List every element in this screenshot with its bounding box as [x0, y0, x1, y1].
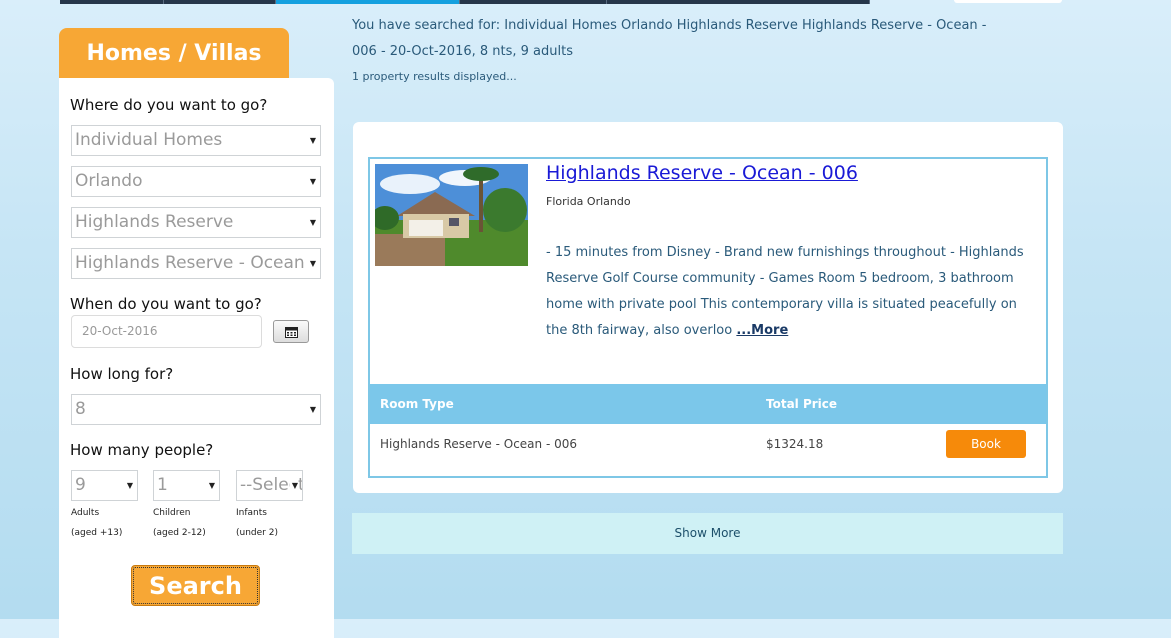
property-location: Florida Orlando — [546, 195, 631, 208]
when-label: When do you want to go? — [70, 295, 262, 313]
where-label: Where do you want to go? — [70, 96, 268, 114]
results-count: 1 property results displayed... — [352, 70, 517, 83]
property-description: - 15 minutes from Disney - Brand new fur… — [546, 240, 1041, 344]
room-type-cell: Highlands Reserve - Ocean - 006 — [380, 437, 577, 451]
rooms-table-header: Room Type Total Price — [370, 384, 1046, 424]
adults-select[interactable]: 9 ▼ — [71, 470, 138, 501]
region-value: Orlando — [75, 171, 143, 191]
chevron-down-icon: ▼ — [309, 136, 316, 145]
infants-select[interactable]: --Select-- ▼ — [236, 470, 303, 501]
property-select[interactable]: Highlands Reserve - Ocean - 006 ▼ — [71, 248, 321, 279]
chevron-down-icon: ▼ — [307, 249, 316, 278]
book-button[interactable]: Book — [946, 430, 1026, 458]
price-cell: $1324.18 — [766, 437, 824, 451]
property-type-value: Individual Homes — [75, 130, 223, 150]
adults-age-label: (aged +13) — [71, 528, 123, 538]
nav-tab[interactable] — [607, 0, 870, 4]
nav-tab[interactable] — [164, 0, 276, 4]
property-title-link[interactable]: Highlands Reserve - Ocean - 006 — [546, 162, 858, 184]
property-card: Highlands Reserve - Ocean - 006 Florida … — [368, 157, 1048, 478]
children-age-label: (aged 2-12) — [153, 528, 206, 538]
resort-value: Highlands Reserve — [75, 212, 234, 232]
table-row: Highlands Reserve - Ocean - 006 $1324.18… — [370, 424, 1046, 464]
calendar-icon — [284, 326, 298, 338]
children-label: Children — [153, 508, 191, 518]
search-summary: You have searched for: Individual Homes … — [352, 18, 987, 59]
infants-age-label: (under 2) — [236, 528, 278, 538]
adults-value: 9 — [75, 475, 86, 495]
top-nav-strip — [60, 0, 870, 4]
nights-select[interactable]: 8 ▼ — [71, 394, 321, 425]
chevron-down-icon: ▼ — [309, 218, 316, 227]
results-panel: Highlands Reserve - Ocean - 006 Florida … — [353, 122, 1063, 493]
chevron-down-icon: ▼ — [289, 471, 298, 500]
chevron-down-icon: ▼ — [126, 481, 133, 490]
date-input[interactable]: 20-Oct-2016 — [71, 315, 262, 348]
property-type-select[interactable]: Individual Homes ▼ — [71, 125, 321, 156]
property-value: Highlands Reserve - Ocean - 006 — [75, 253, 320, 273]
search-tab-title: Homes / Villas — [59, 28, 289, 79]
chevron-down-icon: ▼ — [208, 481, 215, 490]
resort-select[interactable]: Highlands Reserve ▼ — [71, 207, 321, 238]
adults-label: Adults — [71, 508, 100, 518]
nav-tab[interactable] — [460, 0, 607, 4]
search-button[interactable]: Search — [131, 565, 260, 606]
how-many-label: How many people? — [70, 441, 214, 459]
nights-value: 8 — [75, 399, 86, 419]
property-photo[interactable] — [375, 164, 528, 266]
children-value: 1 — [157, 475, 168, 495]
total-price-header: Total Price — [766, 397, 838, 411]
nav-tab[interactable] — [60, 0, 164, 4]
more-link[interactable]: ...More — [736, 323, 788, 338]
top-right-box — [954, 0, 1062, 3]
chevron-down-icon: ▼ — [309, 405, 316, 414]
nav-tab-active[interactable] — [276, 0, 460, 4]
room-type-header: Room Type — [380, 397, 454, 411]
infants-label: Infants — [236, 508, 267, 518]
region-select[interactable]: Orlando ▼ — [71, 166, 321, 197]
how-long-label: How long for? — [70, 365, 174, 383]
search-panel: Where do you want to go? Individual Home… — [59, 78, 334, 638]
children-select[interactable]: 1 ▼ — [153, 470, 220, 501]
calendar-button[interactable] — [273, 320, 309, 343]
chevron-down-icon: ▼ — [309, 177, 316, 186]
show-more-button[interactable]: Show More — [352, 513, 1063, 554]
